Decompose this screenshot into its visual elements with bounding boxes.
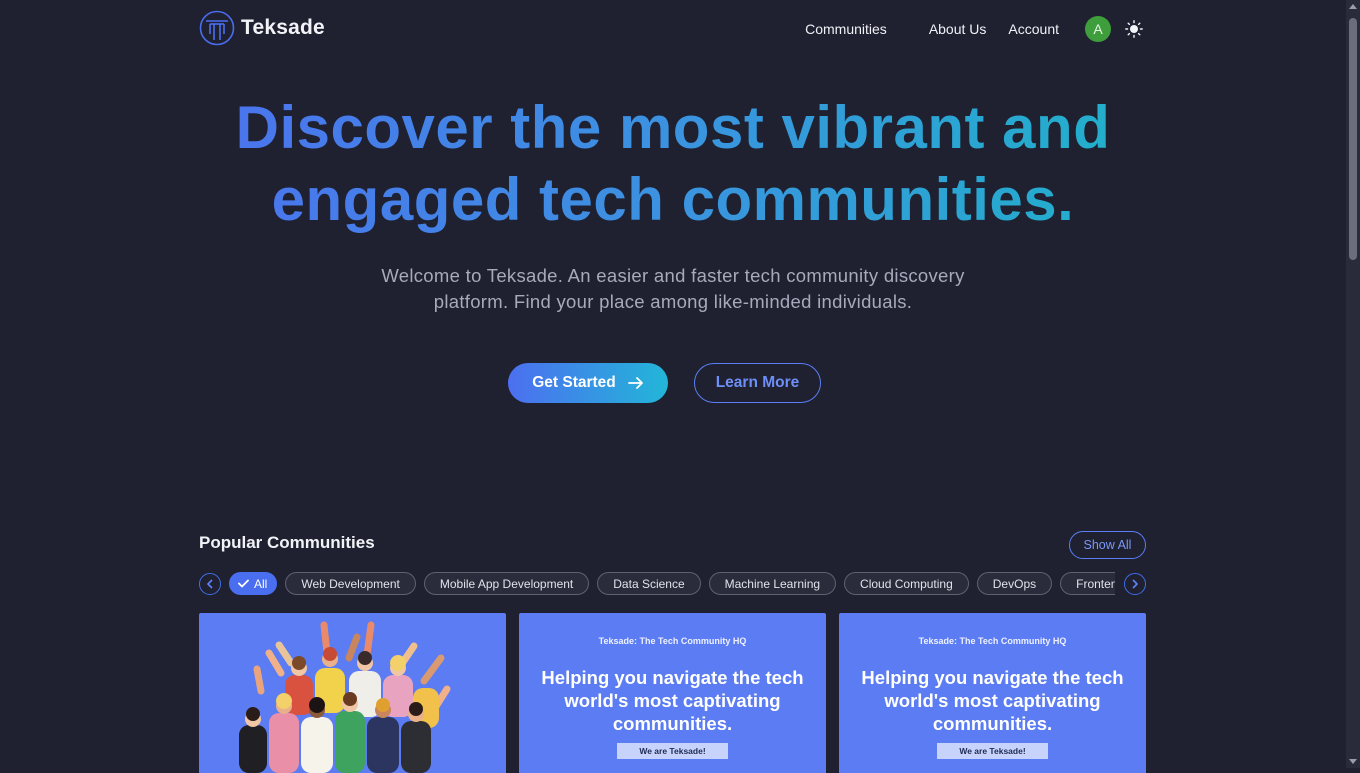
chevron-left-icon	[207, 579, 213, 589]
show-all-button[interactable]: Show All	[1069, 531, 1146, 559]
chip-label: All	[254, 576, 268, 591]
chip-all[interactable]: All	[229, 572, 278, 595]
top-nav: Teksade Communities About Us Account A	[199, 8, 1146, 50]
card-tag: We are Teksade!	[617, 743, 728, 759]
chip-cloud-computing[interactable]: Cloud Computing	[844, 572, 969, 595]
scroll-down-arrow-icon[interactable]	[1349, 759, 1357, 764]
chips-scroll-right-button[interactable]	[1124, 573, 1146, 595]
get-started-label: Get Started	[532, 374, 616, 391]
page: Teksade Communities About Us Account A D…	[0, 0, 1346, 773]
scroll-up-arrow-icon[interactable]	[1349, 4, 1357, 9]
filter-chips: All Web Development Mobile App Developme…	[199, 572, 1146, 597]
get-started-button[interactable]: Get Started	[508, 363, 668, 403]
check-icon	[238, 579, 249, 588]
user-avatar[interactable]: A	[1085, 16, 1111, 42]
card-kicker: Teksade: The Tech Community HQ	[598, 636, 747, 646]
community-card[interactable]	[199, 613, 506, 773]
community-card[interactable]: Teksade: The Tech Community HQ Helping y…	[519, 613, 826, 773]
chips-list: All Web Development Mobile App Developme…	[229, 572, 1115, 595]
brand-name: Teksade	[241, 16, 325, 39]
nav-communities[interactable]: Communities	[805, 21, 887, 37]
chips-viewport: All Web Development Mobile App Developme…	[229, 572, 1115, 597]
chip-machine-learning[interactable]: Machine Learning	[708, 572, 837, 595]
nav-about-us[interactable]: About Us	[929, 21, 987, 37]
scrollbar-thumb[interactable]	[1349, 18, 1357, 260]
teksade-logo-icon	[199, 10, 235, 46]
learn-more-button[interactable]: Learn More	[694, 363, 821, 403]
nav-links: Communities About Us Account A	[805, 8, 1146, 50]
chip-web-development[interactable]: Web Development	[285, 572, 416, 595]
nav-account[interactable]: Account	[1008, 21, 1059, 37]
card-kicker: Teksade: The Tech Community HQ	[918, 636, 1067, 646]
people-cheering-illustration	[239, 621, 451, 773]
arrow-right-icon	[627, 377, 643, 389]
chip-mobile-app-development[interactable]: Mobile App Development	[423, 572, 590, 595]
hero-title: Discover the most vibrant and engaged te…	[180, 92, 1166, 236]
hero-subtitle: Welcome to Teksade. An easier and faster…	[381, 265, 965, 312]
chip-data-science[interactable]: Data Science	[597, 572, 701, 595]
chevron-right-icon	[1132, 579, 1138, 589]
chip-frontend[interactable]: Frontend	[1060, 572, 1115, 595]
theme-toggle-button[interactable]	[1125, 20, 1143, 38]
card-headline: Helping you navigate the tech world's mo…	[541, 667, 804, 734]
community-card[interactable]: Teksade: The Tech Community HQ Helping y…	[839, 613, 1146, 773]
brand-logo[interactable]: Teksade	[199, 10, 325, 46]
sun-icon	[1125, 20, 1143, 38]
page-scrollbar[interactable]	[1346, 0, 1360, 768]
card-headline: Helping you navigate the tech world's mo…	[861, 667, 1124, 734]
chips-scroll-left-button[interactable]	[199, 573, 221, 595]
card-tag: We are Teksade!	[937, 743, 1048, 759]
section-title: Popular Communities	[199, 533, 375, 552]
chip-devops[interactable]: DevOps	[976, 572, 1053, 595]
